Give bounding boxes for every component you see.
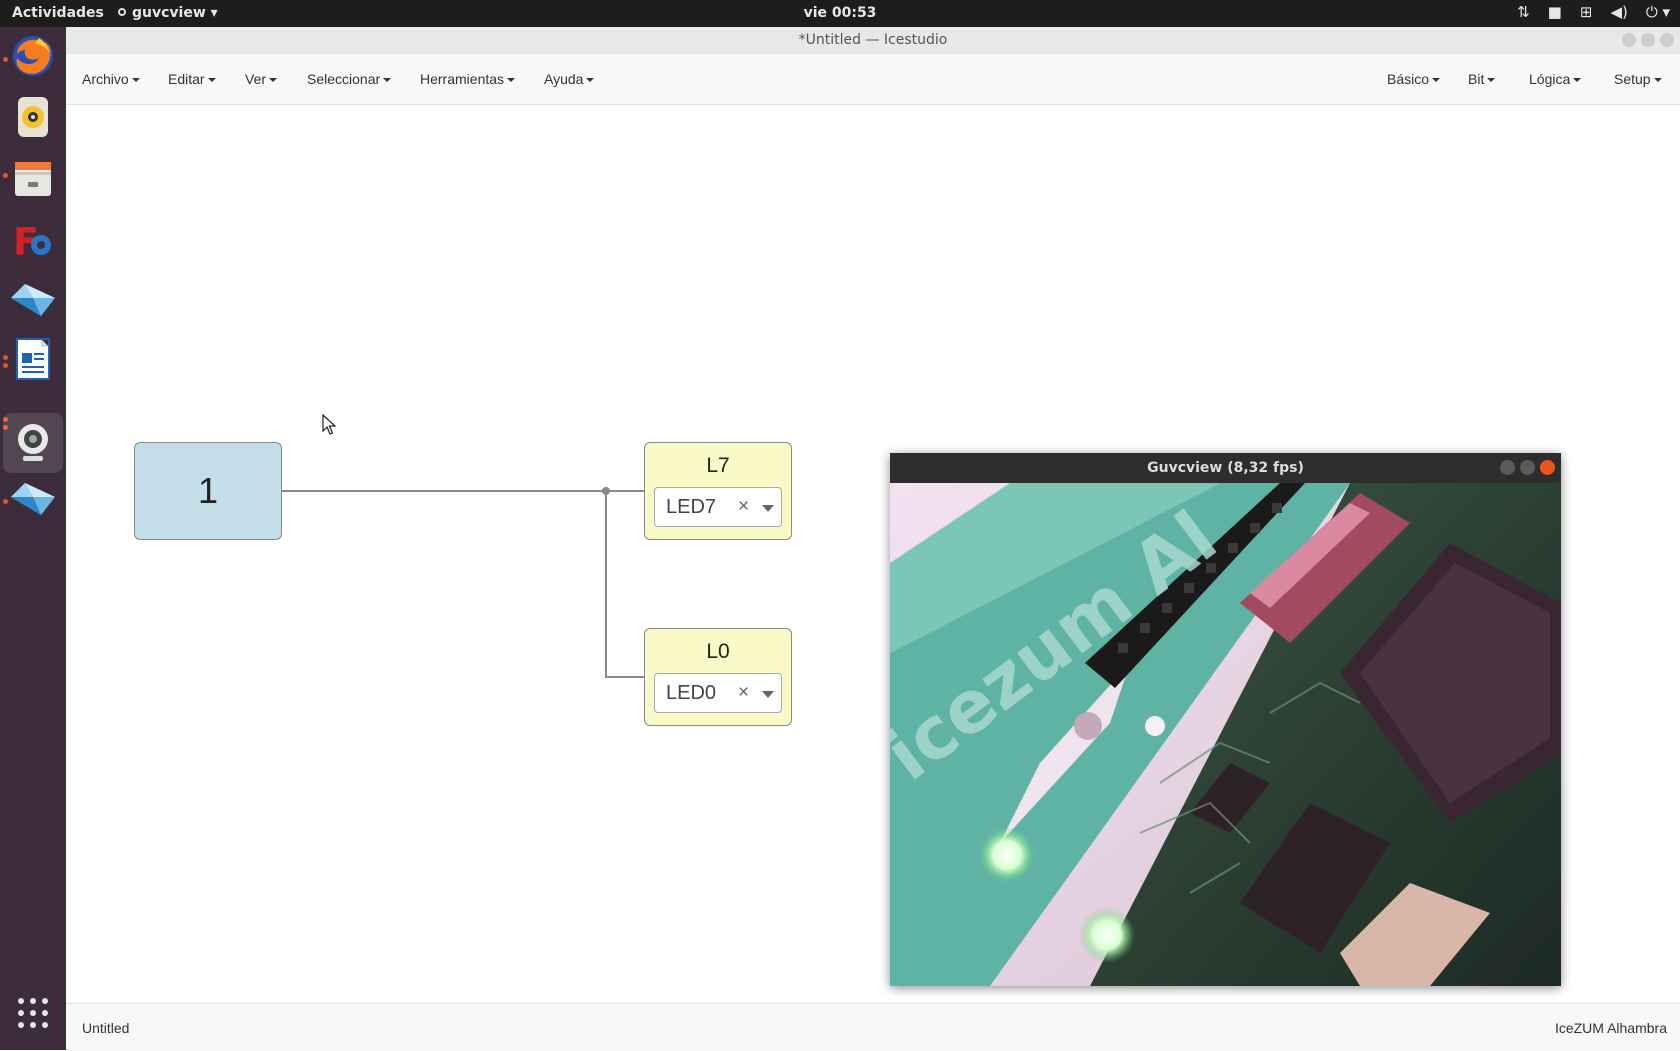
constant-block[interactable]: 1 bbox=[134, 442, 282, 540]
constant-value: 1 bbox=[197, 470, 219, 511]
guvcview-window-buttons bbox=[1500, 460, 1555, 475]
network-icon[interactable]: ⊞ bbox=[1580, 3, 1593, 21]
menu-herramientas[interactable]: Herramientas bbox=[420, 71, 516, 87]
statusbar: Untitled IceZUM Alhambra bbox=[66, 1003, 1680, 1051]
pin-select-value: LED0 bbox=[666, 682, 717, 704]
freecad-icon[interactable]: F bbox=[9, 215, 57, 263]
firefox-icon[interactable] bbox=[9, 32, 57, 80]
volume-icon[interactable]: ◀) bbox=[1610, 3, 1627, 21]
output-block-label: L7 bbox=[706, 454, 730, 477]
app-menu[interactable]: guvcview ▾ bbox=[118, 5, 218, 21]
caret-icon bbox=[586, 78, 595, 82]
status-filename: Untitled bbox=[82, 1020, 130, 1036]
caret-icon bbox=[207, 78, 216, 82]
chevron-down-icon: ▾ bbox=[210, 5, 218, 21]
window-titlebar[interactable]: *Untitled — Icestudio bbox=[66, 27, 1680, 55]
dropdown-arrow-icon[interactable] bbox=[762, 505, 774, 512]
webcam-icon[interactable] bbox=[3, 413, 63, 473]
launcher-dock: F bbox=[0, 27, 66, 1050]
caret-icon bbox=[1653, 78, 1662, 82]
guvcview-title: Guvcview (8,32 fps) bbox=[1147, 460, 1304, 476]
menu-label: Archivo bbox=[82, 71, 129, 87]
power-icon[interactable]: ⏻ ▾ bbox=[1646, 3, 1670, 21]
menu-label: Seleccionar bbox=[307, 71, 381, 87]
maximize-button[interactable] bbox=[1641, 33, 1655, 47]
icestudio-icon-2[interactable] bbox=[9, 475, 57, 523]
caret-icon bbox=[1487, 78, 1496, 82]
clear-icon[interactable]: × bbox=[738, 682, 749, 704]
camera-preview: icezum Al bbox=[890, 483, 1561, 986]
wire-junction bbox=[602, 487, 610, 495]
caret-icon bbox=[1573, 78, 1582, 82]
pin-select-value: LED7 bbox=[666, 496, 717, 518]
running-indicator bbox=[3, 57, 8, 62]
system-tray[interactable]: ⇅ ■ ⊞ ◀) ⏻ ▾ bbox=[1517, 3, 1670, 21]
running-indicator bbox=[3, 363, 8, 368]
menu-setup[interactable]: Setup bbox=[1614, 71, 1662, 87]
output-block-l0[interactable]: L0 LED0 × bbox=[644, 628, 792, 726]
window-title: *Untitled — Icestudio bbox=[798, 32, 948, 48]
network-transfer-icon[interactable]: ⇅ bbox=[1517, 3, 1530, 21]
running-indicator bbox=[3, 499, 8, 504]
menu-label: Ver bbox=[245, 71, 267, 87]
dropdown-arrow-icon[interactable] bbox=[762, 691, 774, 698]
caret-icon bbox=[383, 78, 392, 82]
menu-label: Ayuda bbox=[544, 71, 584, 87]
output-block-label: L0 bbox=[706, 640, 730, 663]
guvcview-titlebar[interactable]: Guvcview (8,32 fps) bbox=[890, 453, 1561, 483]
clock[interactable]: vie 00:53 bbox=[0, 5, 1680, 21]
menu-logica[interactable]: Lógica bbox=[1529, 71, 1582, 87]
pin-select[interactable]: LED7 × bbox=[654, 487, 782, 527]
menu-label: Bit bbox=[1468, 71, 1485, 87]
status-board: IceZUM Alhambra bbox=[1554, 1020, 1667, 1036]
menu-editar[interactable]: Editar bbox=[168, 71, 216, 87]
wire-l0[interactable] bbox=[282, 490, 644, 678]
menu-archivo[interactable]: Archivo bbox=[82, 71, 140, 87]
mouse-cursor-icon bbox=[322, 414, 337, 435]
maximize-button[interactable] bbox=[1520, 460, 1535, 475]
running-indicator bbox=[3, 173, 8, 178]
rhythmbox-icon[interactable] bbox=[9, 93, 57, 141]
menu-bit[interactable]: Bit bbox=[1468, 71, 1496, 87]
app-menu-label: guvcview bbox=[132, 5, 206, 21]
menu-label: Setup bbox=[1614, 71, 1651, 87]
close-button[interactable] bbox=[1660, 33, 1674, 47]
caret-icon bbox=[1432, 78, 1441, 82]
running-indicator bbox=[3, 355, 8, 360]
caret-icon bbox=[131, 78, 140, 82]
menu-seleccionar[interactable]: Seleccionar bbox=[307, 71, 392, 87]
menu-label: Editar bbox=[168, 71, 205, 87]
gnome-top-bar: Actividades guvcview ▾ vie 00:53 ⇅ ■ ⊞ ◀… bbox=[0, 0, 1680, 27]
menu-ayuda[interactable]: Ayuda bbox=[544, 71, 595, 87]
caret-icon bbox=[269, 78, 278, 82]
output-block-l7[interactable]: L7 LED7 × bbox=[644, 442, 792, 540]
caret-icon bbox=[507, 78, 516, 82]
icestudio-icon[interactable] bbox=[9, 276, 57, 324]
menu-ver[interactable]: Ver bbox=[245, 71, 278, 87]
menu-label: Lógica bbox=[1529, 71, 1571, 87]
minimize-button[interactable] bbox=[1500, 460, 1515, 475]
show-apps-icon[interactable] bbox=[9, 989, 57, 1037]
minimize-button[interactable] bbox=[1622, 33, 1636, 47]
guvcview-window[interactable]: Guvcview (8,32 fps) icezum Al bbox=[890, 453, 1561, 986]
activities-button[interactable]: Actividades bbox=[12, 5, 104, 21]
files-icon[interactable] bbox=[9, 154, 57, 202]
menu-basico[interactable]: Básico bbox=[1387, 71, 1441, 87]
menu-label: Herramientas bbox=[420, 71, 505, 87]
menubar: Archivo Editar Ver Seleccionar Herramien… bbox=[66, 54, 1680, 105]
close-button[interactable] bbox=[1540, 460, 1555, 475]
app-menu-icon bbox=[118, 8, 126, 16]
pin-select[interactable]: LED0 × bbox=[654, 673, 782, 713]
window-buttons bbox=[1622, 33, 1674, 47]
clear-icon[interactable]: × bbox=[738, 496, 749, 518]
writer-icon[interactable] bbox=[9, 335, 57, 383]
camera-icon[interactable]: ■ bbox=[1548, 3, 1562, 21]
menu-label: Básico bbox=[1387, 71, 1430, 87]
